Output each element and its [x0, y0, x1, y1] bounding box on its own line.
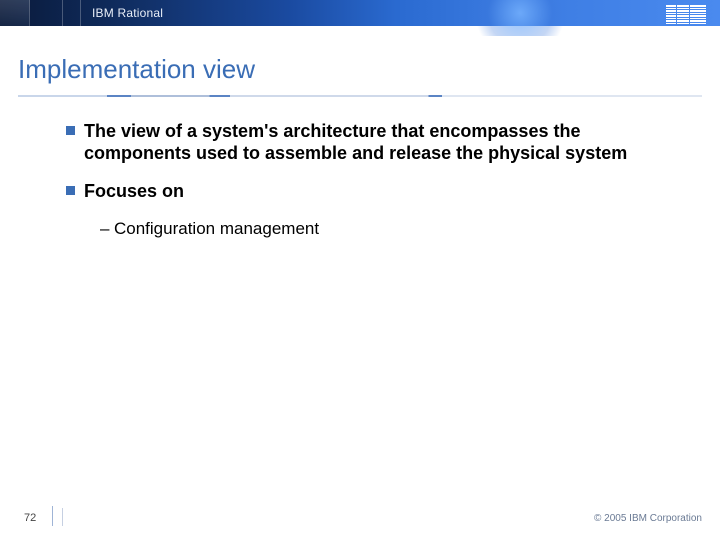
content-area: The view of a system's architecture that… [0, 103, 720, 239]
bullet-item: Focuses on [66, 181, 680, 203]
square-bullet-icon [66, 126, 75, 135]
brand-label: IBM Rational [92, 6, 163, 20]
square-bullet-icon [66, 186, 75, 195]
header-left-accent [0, 0, 30, 26]
bullet-text: The view of a system's architecture that… [84, 121, 627, 163]
bullet-item: The view of a system's architecture that… [66, 121, 680, 165]
slide-title: Implementation view [18, 54, 702, 85]
footer-divider [62, 508, 63, 526]
dash-bullet-icon: – [100, 219, 109, 239]
page-number: 72 [24, 512, 36, 524]
header-divider [62, 0, 63, 26]
footer: 72 © 2005 IBM Corporation [0, 504, 720, 526]
header-divider [80, 0, 81, 26]
sub-bullet-item: – Configuration management [100, 219, 680, 239]
title-underline [18, 95, 702, 97]
header-bar: IBM Rational [0, 0, 720, 26]
title-area: Implementation view [0, 26, 720, 103]
copyright-text: © 2005 IBM Corporation [594, 513, 702, 524]
sub-bullet-text: Configuration management [114, 219, 319, 238]
footer-divider [52, 506, 53, 526]
ibm-logo-icon [666, 5, 706, 24]
bullet-text: Focuses on [84, 181, 184, 201]
